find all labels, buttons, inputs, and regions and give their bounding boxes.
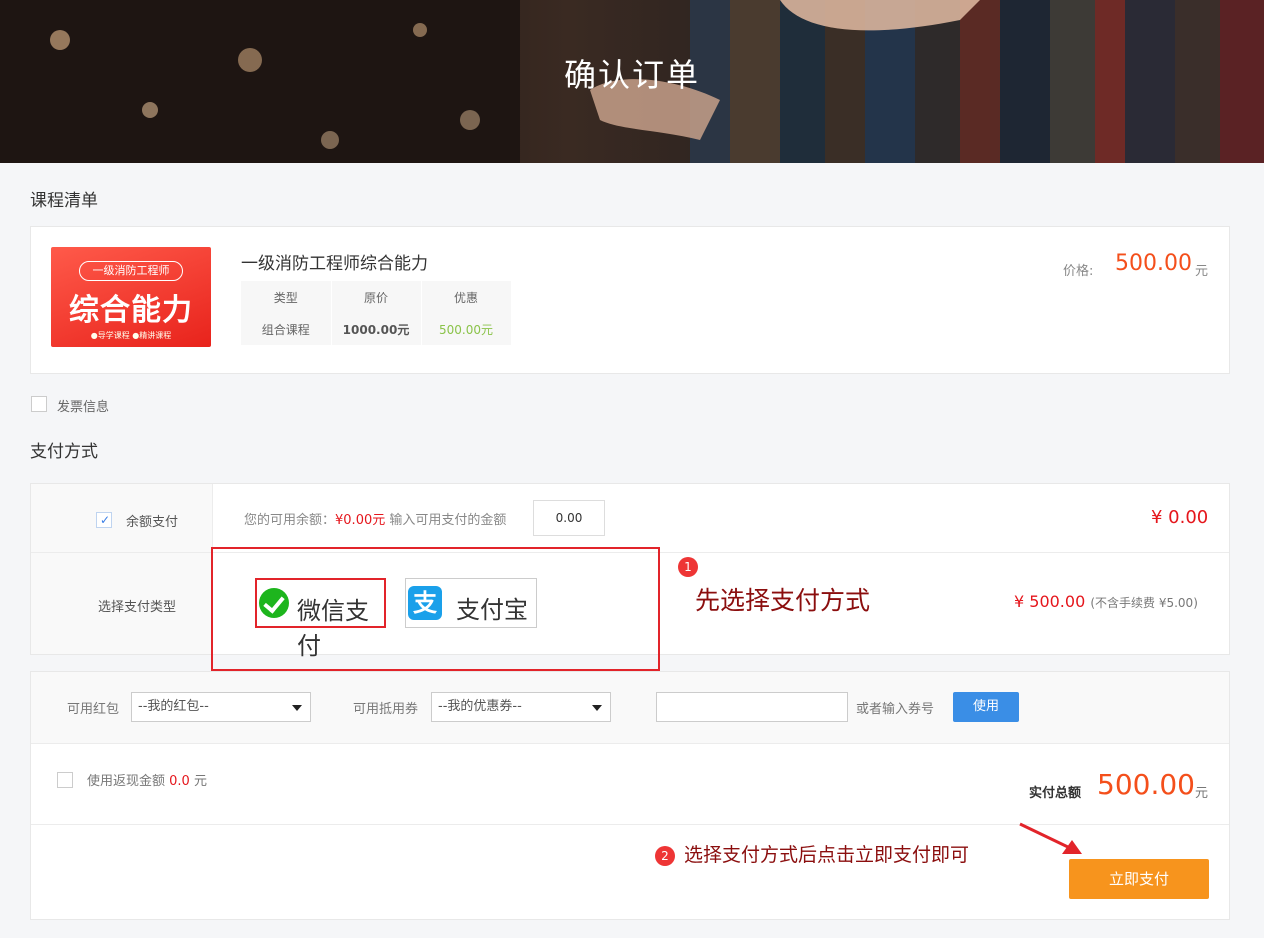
cashback-label: 使用返现金额 0.0 元 [87,770,207,789]
invoice-label: 发票信息 [57,400,110,415]
caret-down-icon [592,705,602,711]
balance-prompt: 输入可用支付的金额 [389,513,507,528]
balance-available: ¥0.00元 [335,513,386,528]
header-original-price: 原价 [331,281,422,313]
total-amount: 500.00 [1097,768,1195,801]
cashback-amount: 0.0 [169,774,190,789]
pay-amount: ¥ 500.00 [1014,592,1086,611]
original-price: 1000.00元 [331,313,422,345]
table-row: 组合课程 1000.00元 500.00元 [241,313,512,345]
annotation-step-1: 先选择支付方式 [695,586,871,615]
cashback-row: 使用返现金额 0.0 元 实付总额 500.00 元 [31,744,1229,825]
use-coupon-button[interactable]: 使用 [953,692,1019,722]
header-discount: 优惠 [421,281,512,313]
thumbnail-tag: 一级消防工程师 [79,261,183,281]
course-name[interactable]: 一级消防工程师综合能力 [241,249,428,274]
course-thumbnail[interactable]: 一级消防工程师 综合能力 ●导学课程 ●精讲课程 [51,247,211,347]
voucher-label: 可用抵用券 [353,702,419,717]
balance-info: 您的可用余额：¥0.00元 输入可用支付的金额 [244,509,506,528]
cashback-checkbox[interactable] [57,772,73,788]
coupon-code-label: 或者输入券号 [856,702,935,717]
total-label: 实付总额 [1029,786,1082,801]
balance-pay-label: 余额支付 [126,515,179,530]
coupon-row: 可用红包 --我的红包-- 可用抵用券 --我的优惠券-- 或者输入券号 使用 [31,672,1229,744]
payment-label-column [31,484,213,654]
voucher-select-value: --我的优惠券-- [438,699,522,714]
check-icon: ✓ [100,513,111,527]
page-title: 确认订单 [563,56,700,94]
voucher-select[interactable]: --我的优惠券-- [431,692,611,722]
pay-type-amount: ¥ 500.00 (不含手续费 ¥5.00) [1014,592,1198,611]
discount-price: 500.00元 [421,313,512,345]
course-list-title: 课程清单 [30,191,98,211]
thumbnail-headline: 综合能力 [69,293,193,328]
thumbnail-caption: ●导学课程 ●精讲课程 [90,331,172,340]
redpacket-label: 可用红包 [67,702,120,717]
pay-type-label: 选择支付类型 [98,600,177,615]
course-info-table: 类型 原价 优惠 组合课程 1000.00元 500.00元 [241,281,512,345]
fee-note: (不含手续费 ¥5.00) [1090,596,1198,610]
balance-prefix: 您的可用余额： [244,513,336,528]
cashback-unit: 元 [193,774,207,789]
header-type: 类型 [241,281,332,313]
annotation-highlight-box [211,547,660,671]
page-banner: 确认订单 [0,0,1264,163]
course-type: 组合课程 [241,313,332,345]
balance-amount-input[interactable]: 0.00 [533,500,605,536]
invoice-checkbox[interactable] [31,396,47,412]
total-unit: 元 [1195,786,1209,801]
course-price: 500.00 [1115,251,1192,276]
redpacket-select[interactable]: --我的红包-- [131,692,311,722]
cashback-text: 使用返现金额 [87,774,166,789]
coupon-code-input[interactable] [656,692,848,722]
annotation-badge-2: 2 [655,846,675,866]
price-label: 价格: [1063,264,1094,279]
balance-checkbox[interactable]: ✓ [96,512,112,528]
annotation-badge-1: 1 [678,557,698,577]
course-card: 一级消防工程师 综合能力 ●导学课程 ●精讲课程 一级消防工程师综合能力 类型 … [30,226,1230,374]
redpacket-select-value: --我的红包-- [138,699,209,714]
caret-down-icon [292,705,302,711]
price-unit: 元 [1195,264,1209,279]
payment-method-title: 支付方式 [30,442,98,462]
table-row: 类型 原价 优惠 [241,281,512,313]
annotation-step-2: 选择支付方式后点击立即支付即可 [684,844,970,866]
annotation-arrow-icon [1019,822,1082,854]
discount-and-total-box: 可用红包 --我的红包-- 可用抵用券 --我的优惠券-- 或者输入券号 使用 … [30,671,1230,920]
pay-now-button[interactable]: 立即支付 [1069,859,1209,899]
balance-amount: ¥ 0.00 [1151,507,1209,528]
